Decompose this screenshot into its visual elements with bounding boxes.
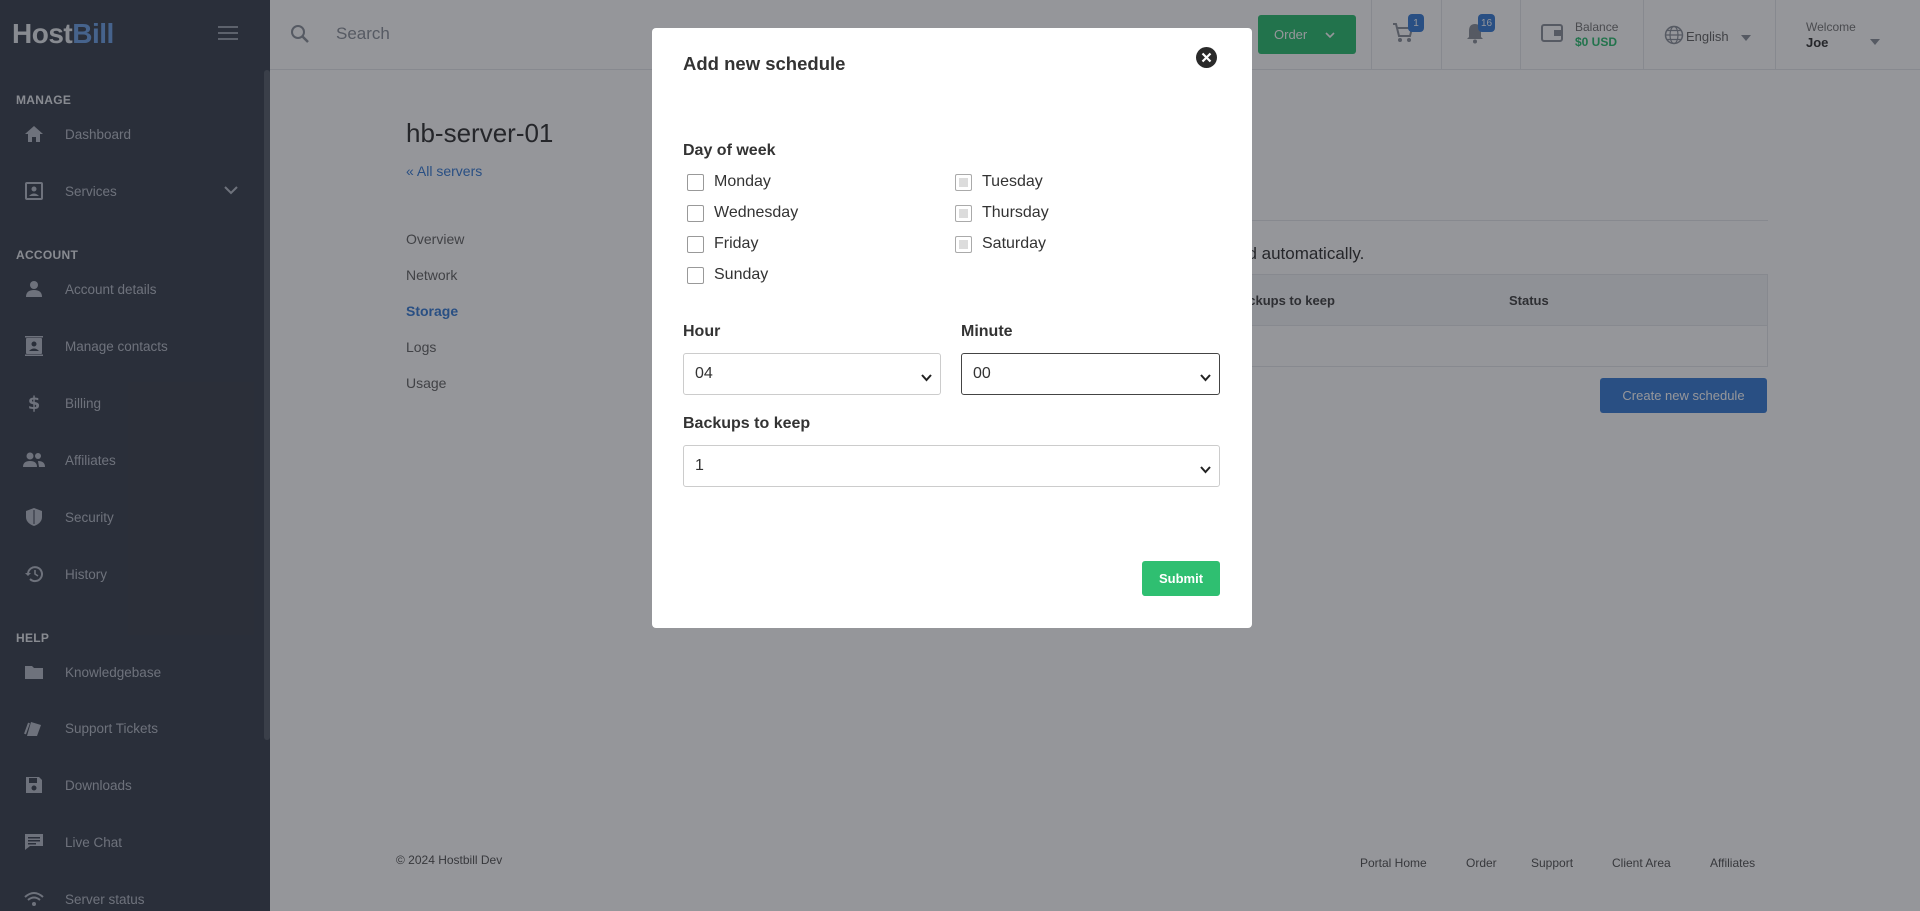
checkbox-saturday[interactable]: Saturday <box>955 235 1046 253</box>
close-icon[interactable] <box>1196 47 1217 68</box>
checkbox-box[interactable] <box>687 204 704 222</box>
backups-to-keep-select[interactable]: 1 <box>683 445 1220 487</box>
hour-value: 04 <box>695 365 713 382</box>
checkbox-label: Friday <box>714 235 759 252</box>
checkbox-box[interactable] <box>687 235 704 253</box>
checkbox-label: Saturday <box>982 235 1047 252</box>
checkbox-tuesday[interactable]: Tuesday <box>955 173 1043 191</box>
backups-to-keep-value: 1 <box>695 457 704 474</box>
minute-value: 00 <box>973 365 991 382</box>
checkbox-label: Thursday <box>982 204 1049 221</box>
chevron-down-icon <box>921 369 932 387</box>
checkbox-label: Monday <box>714 173 771 190</box>
minute-select[interactable]: 00 <box>961 353 1220 395</box>
checkbox-box[interactable] <box>955 173 972 191</box>
chevron-down-icon <box>1200 461 1211 479</box>
backups-to-keep-label: Backups to keep <box>683 415 811 432</box>
checkbox-box[interactable] <box>955 204 972 222</box>
checkbox-box[interactable] <box>955 235 972 253</box>
submit-button[interactable]: Submit <box>1142 561 1220 596</box>
chevron-down-icon <box>1200 369 1211 387</box>
checkbox-thursday[interactable]: Thursday <box>955 204 1049 222</box>
checkbox-friday[interactable]: Friday <box>687 235 758 253</box>
checkbox-label: Tuesday <box>982 173 1043 190</box>
checkbox-label: Wednesday <box>714 204 799 221</box>
hour-label: Hour <box>683 323 721 340</box>
checkbox-sunday[interactable]: Sunday <box>687 266 768 284</box>
checkbox-box[interactable] <box>687 173 704 191</box>
checkbox-monday[interactable]: Monday <box>687 173 771 191</box>
day-of-week-label: Day of week <box>683 142 776 159</box>
add-schedule-modal: Add new schedule Day of week Monday Tues… <box>652 28 1252 628</box>
checkbox-label: Sunday <box>714 266 769 283</box>
checkbox-wednesday[interactable]: Wednesday <box>687 204 798 222</box>
checkbox-box[interactable] <box>687 266 704 284</box>
modal-title: Add new schedule <box>683 53 846 74</box>
minute-label: Minute <box>961 323 1013 340</box>
hour-select[interactable]: 04 <box>683 353 941 395</box>
